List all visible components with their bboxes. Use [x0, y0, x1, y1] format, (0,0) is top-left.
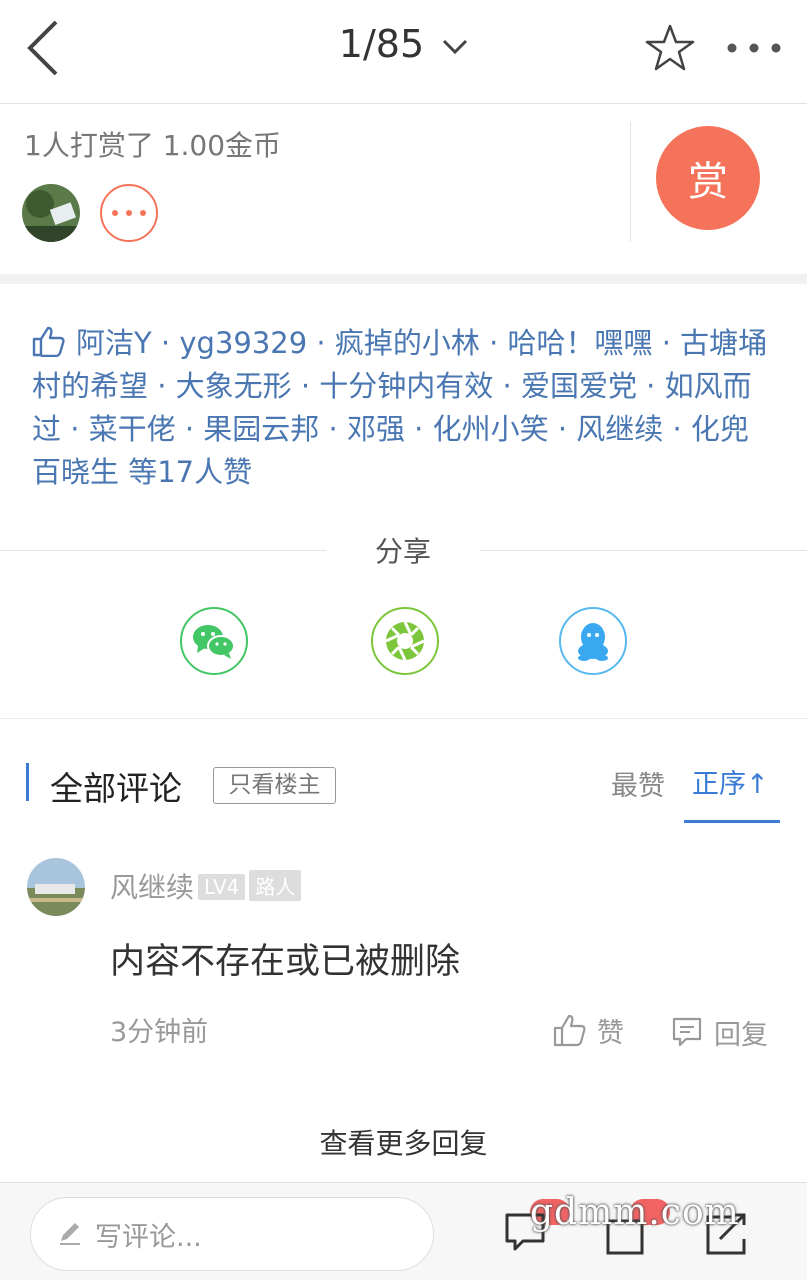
comment-input[interactable]: 写评论...: [30, 1197, 434, 1271]
moments-icon: [385, 621, 425, 661]
likes-list[interactable]: 阿洁Y · yg39329 · 疯掉的小林 · 哈哈！嘿嘿 · 古塘埇村的希望 …: [32, 322, 772, 494]
share-moments-button[interactable]: [371, 607, 439, 675]
page-indicator: 1/85: [338, 22, 425, 66]
more-replies-link[interactable]: 查看更多回复: [0, 1122, 807, 1162]
top-bar: 1/85: [0, 0, 807, 104]
divider: [480, 550, 807, 551]
watermark: gdmm.com: [530, 1192, 740, 1233]
more-rewarders-button[interactable]: [100, 184, 158, 242]
thumbs-up-icon: [553, 1014, 586, 1047]
active-tab-underline: [684, 820, 780, 823]
share-wechat-button[interactable]: [180, 607, 248, 675]
comment-body: 内容不存在或已被删除: [110, 942, 461, 982]
reply-label: 回复: [714, 1019, 768, 1051]
divider: [630, 122, 631, 242]
wechat-icon: [193, 625, 235, 659]
divider: [0, 550, 326, 551]
star-icon: [645, 24, 695, 71]
share-qq-button[interactable]: [559, 607, 627, 675]
like-button[interactable]: 赞: [553, 1010, 624, 1050]
chevron-down-icon: [443, 39, 468, 54]
more-icon: [727, 43, 781, 53]
comment-placeholder: 写评论...: [95, 1221, 202, 1253]
rank-badge: 路人: [249, 870, 302, 901]
like-label: 赞: [597, 1017, 624, 1049]
level-badge: LV4: [198, 874, 246, 900]
qq-icon: [578, 623, 608, 661]
avatar[interactable]: [27, 858, 85, 916]
favorite-button[interactable]: [644, 22, 696, 74]
comment-time: 3分钟前: [110, 1017, 209, 1048]
reward-section: 1人打赏了 1.00金币 赏: [0, 104, 807, 274]
comments-title: 全部评论: [50, 769, 182, 808]
section-accent-bar: [26, 763, 29, 801]
reply-button[interactable]: 回复: [670, 1012, 768, 1052]
avatar[interactable]: [22, 184, 80, 242]
section-separator: [0, 274, 807, 284]
pencil-icon: [60, 1223, 80, 1245]
reward-summary: 1人打赏了 1.00金币: [24, 129, 282, 162]
sort-top-tab[interactable]: 最赞: [611, 764, 665, 803]
likes-text: 阿洁Y · yg39329 · 疯掉的小林 · 哈哈！嘿嘿 · 古塘埇村的希望 …: [32, 326, 768, 489]
thumbs-up-icon: [32, 326, 65, 357]
comment-icon: [672, 1017, 702, 1047]
sort-asc-tab[interactable]: 正序↑: [692, 762, 769, 801]
share-title: 分享: [374, 535, 431, 568]
op-only-button[interactable]: 只看楼主: [213, 767, 336, 804]
more-button[interactable]: [724, 30, 784, 66]
divider: [0, 718, 807, 719]
username: 风继续: [110, 871, 195, 904]
comment-user[interactable]: 风继续 LV4 路人: [110, 866, 302, 906]
reward-button[interactable]: 赏: [656, 126, 760, 230]
